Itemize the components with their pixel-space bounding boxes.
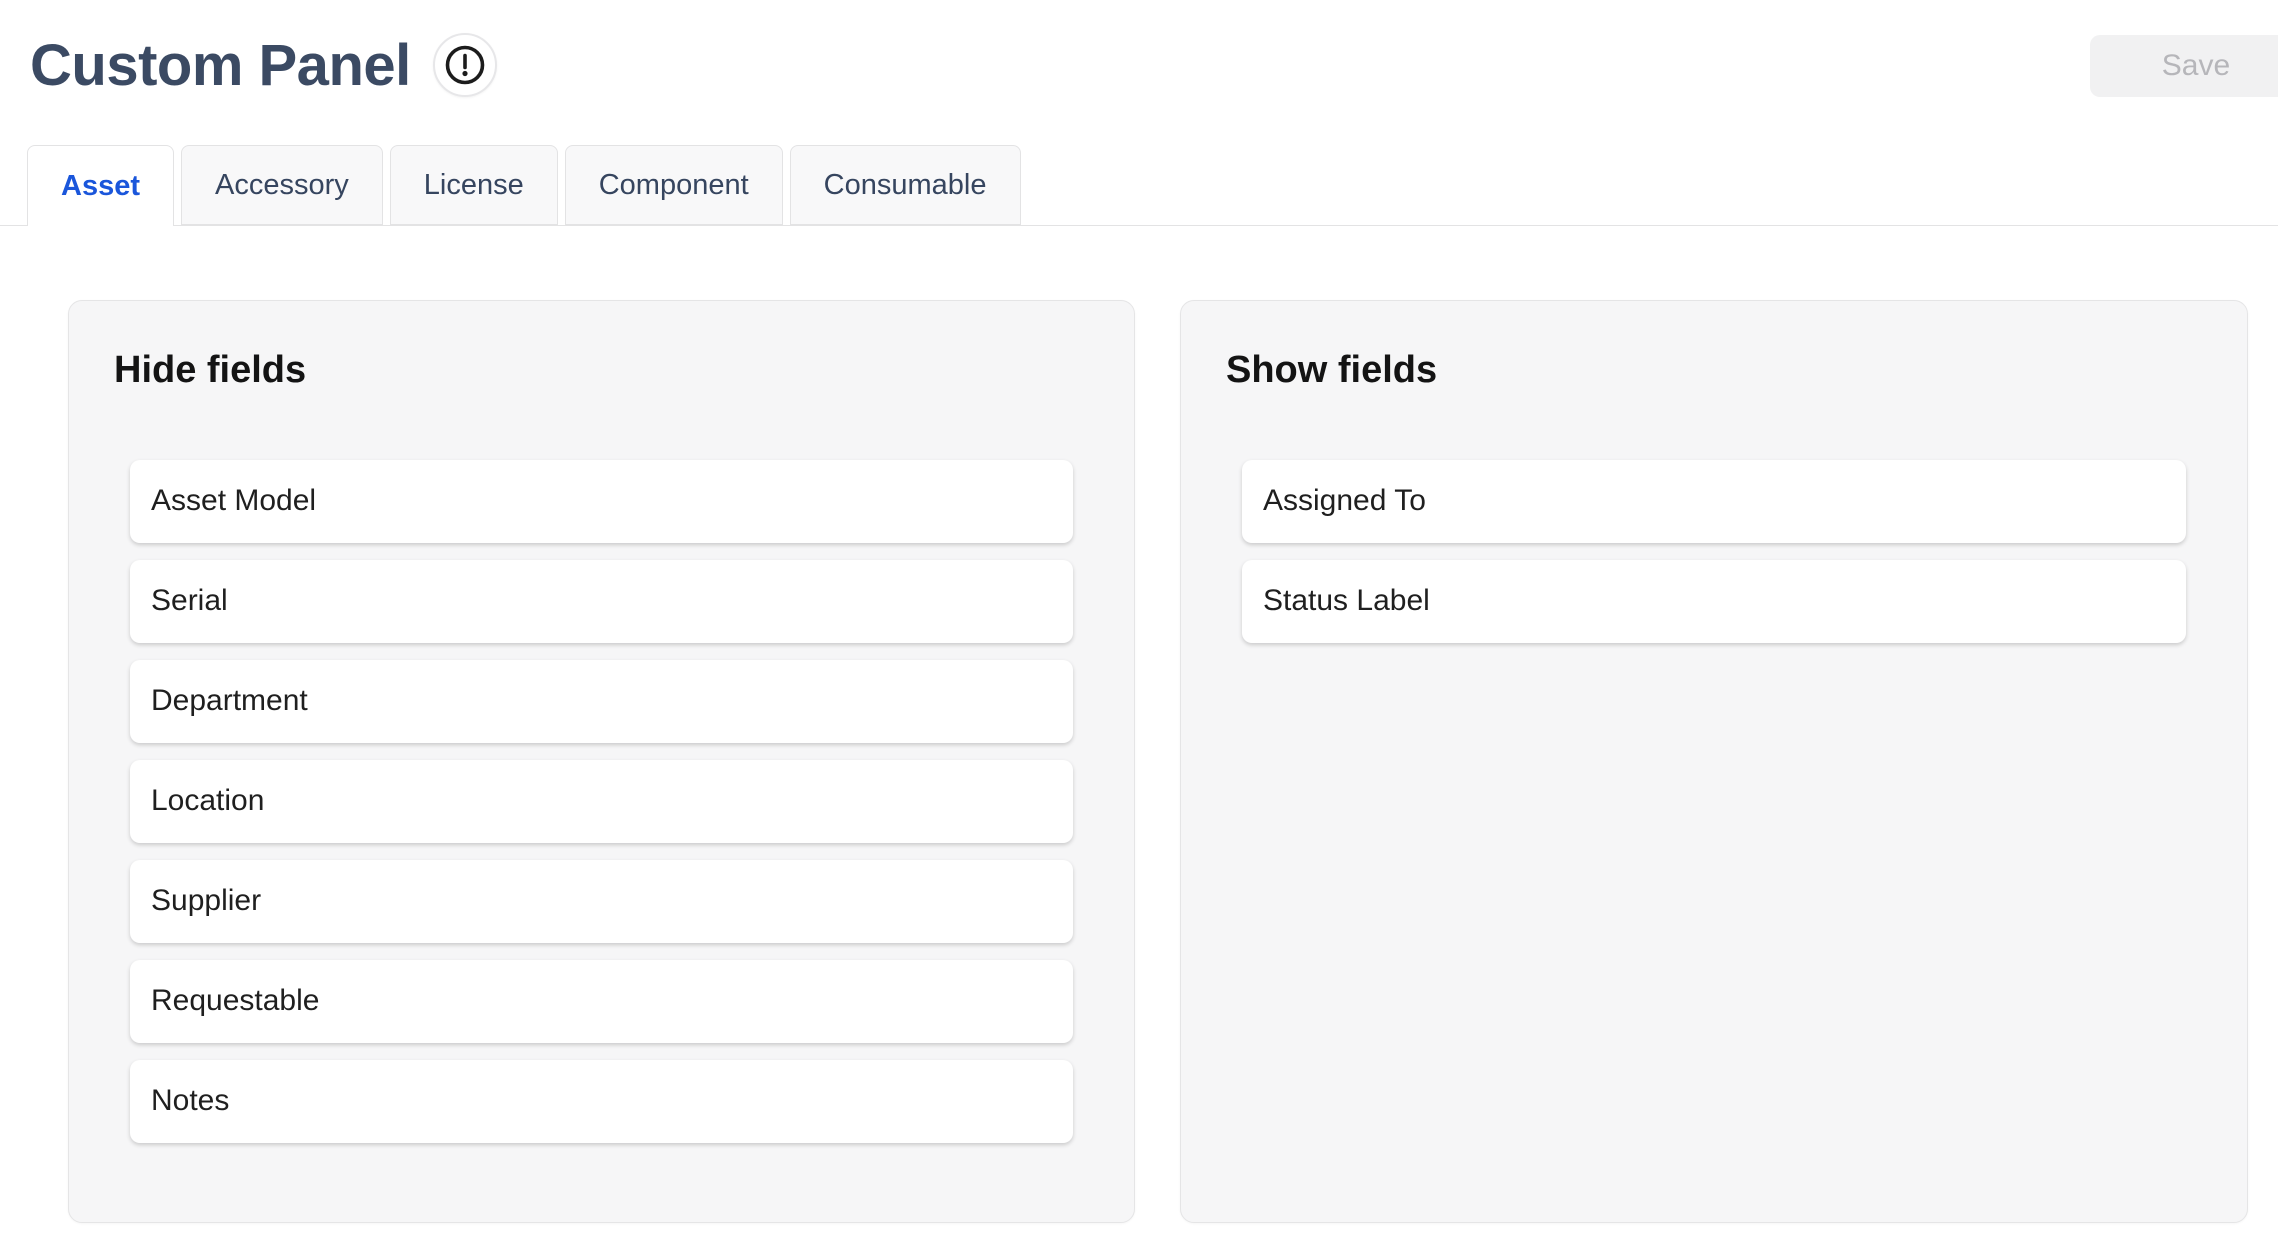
- field-card-asset-model[interactable]: Asset Model: [130, 460, 1073, 543]
- show-fields-panel: Show fields Assigned To Status Label: [1180, 300, 2248, 1223]
- info-button[interactable]: [433, 33, 497, 97]
- field-card-department[interactable]: Department: [130, 660, 1073, 743]
- hide-fields-title: Hide fields: [114, 348, 1089, 394]
- tab-component[interactable]: Component: [565, 145, 783, 225]
- page-header: Custom Panel: [30, 0, 497, 130]
- tab-accessory[interactable]: Accessory: [181, 145, 383, 225]
- tab-asset[interactable]: Asset: [27, 145, 174, 226]
- page-title: Custom Panel: [30, 32, 411, 99]
- field-card-assigned-to[interactable]: Assigned To: [1242, 460, 2186, 543]
- show-fields-title: Show fields: [1226, 348, 2202, 394]
- tabbar: Asset Accessory License Component Consum…: [27, 145, 1028, 226]
- alert-circle-icon: [444, 44, 486, 86]
- field-card-notes[interactable]: Notes: [130, 1060, 1073, 1143]
- field-card-supplier[interactable]: Supplier: [130, 860, 1073, 943]
- hide-fields-panel: Hide fields Asset Model Serial Departmen…: [68, 300, 1135, 1223]
- field-card-serial[interactable]: Serial: [130, 560, 1073, 643]
- field-card-location[interactable]: Location: [130, 760, 1073, 843]
- field-card-status-label[interactable]: Status Label: [1242, 560, 2186, 643]
- tab-license[interactable]: License: [390, 145, 558, 225]
- hide-fields-list: Asset Model Serial Department Location S…: [130, 460, 1073, 1143]
- field-card-requestable[interactable]: Requestable: [130, 960, 1073, 1043]
- show-fields-list: Assigned To Status Label: [1242, 460, 2186, 643]
- tab-consumable[interactable]: Consumable: [790, 145, 1021, 225]
- save-button[interactable]: Save: [2090, 35, 2278, 97]
